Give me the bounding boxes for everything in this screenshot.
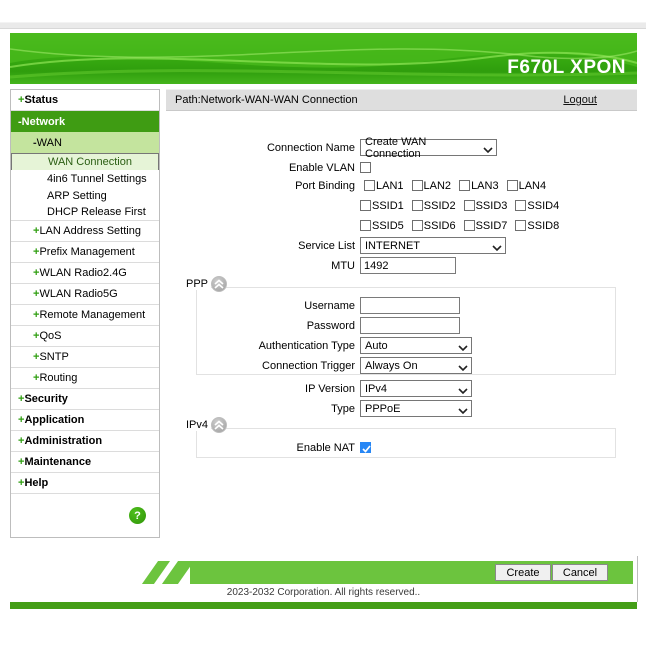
port-binding-ssid3[interactable]: SSID3	[464, 200, 508, 212]
lan3-checkbox[interactable]	[459, 180, 470, 191]
copyright-text: 2023-2032 Corporation. All rights reserv…	[10, 587, 637, 598]
chevron-down-icon	[458, 386, 468, 398]
sidebar-item-application[interactable]: +Application	[11, 410, 159, 431]
sidebar-item-remote-management[interactable]: +Remote Management	[11, 305, 159, 326]
ssid4-checkbox[interactable]	[515, 200, 526, 211]
port-binding-ssid7[interactable]: SSID7	[464, 220, 508, 232]
port-binding-ssid8[interactable]: SSID8	[515, 220, 559, 232]
port-binding-ssid4[interactable]: SSID4	[515, 200, 559, 212]
sidebar-item-dhcp-release-first[interactable]: DHCP Release First	[11, 204, 159, 221]
sidebar-item-wan[interactable]: -WAN	[11, 132, 159, 153]
port-binding-label: Port Binding	[166, 180, 355, 192]
action-bar: Create Cancel	[140, 561, 633, 584]
port-binding-lan3[interactable]: LAN3	[459, 180, 499, 192]
collapse-section-icon[interactable]	[211, 276, 227, 292]
ppp-section-label: PPP	[185, 278, 211, 290]
authentication-type-label: Authentication Type	[166, 340, 355, 352]
sidebar-item-status[interactable]: +Status	[11, 90, 159, 111]
port-binding-ssid5[interactable]: SSID5	[360, 220, 404, 232]
mtu-input[interactable]: 1492	[360, 257, 456, 274]
top-divider-strip	[0, 22, 646, 29]
help-icon[interactable]: ?	[129, 507, 146, 524]
ip-version-label: IP Version	[166, 383, 355, 395]
sidebar-item-wlan-radio5g[interactable]: +WLAN Radio5G	[11, 284, 159, 305]
chevron-down-icon	[483, 145, 493, 157]
sidebar-item-lan-address-setting[interactable]: +LAN Address Setting	[11, 221, 159, 242]
authentication-type-select[interactable]: Auto	[360, 337, 472, 354]
port-binding-lan2[interactable]: LAN2	[412, 180, 452, 192]
password-input[interactable]	[360, 317, 460, 334]
lan4-checkbox[interactable]	[507, 180, 518, 191]
service-list-label: Service List	[166, 240, 355, 252]
ipv4-section-label: IPv4	[185, 419, 211, 431]
ip-version-select[interactable]: IPv4	[360, 380, 472, 397]
sidebar-item-arp-setting[interactable]: ARP Setting	[11, 187, 159, 204]
chevron-down-icon	[458, 363, 468, 375]
ssid3-checkbox[interactable]	[464, 200, 475, 211]
main-panel: Path:Network-WAN-WAN Connection Logout C…	[166, 89, 637, 561]
sidebar-item-administration[interactable]: +Administration	[11, 431, 159, 452]
sidebar-item-wlan-radio24g[interactable]: +WLAN Radio2.4G	[11, 263, 159, 284]
ssid5-checkbox[interactable]	[360, 220, 371, 231]
chevron-down-icon	[492, 243, 502, 255]
sidebar-item-4in6-tunnel-settings[interactable]: 4in6 Tunnel Settings	[11, 170, 159, 187]
connection-trigger-label: Connection Trigger	[166, 360, 355, 372]
password-label: Password	[166, 320, 355, 332]
sidebar-item-wan-connection[interactable]: WAN Connection	[11, 153, 159, 170]
collapse-section-icon[interactable]	[211, 417, 227, 433]
chevron-down-icon	[458, 343, 468, 355]
type-label: Type	[166, 403, 355, 415]
sidebar-item-sntp[interactable]: +SNTP	[11, 347, 159, 368]
ssid2-checkbox[interactable]	[412, 200, 423, 211]
app-window: F670L XPON +Status -Network -WAN WAN Con…	[10, 33, 637, 609]
port-binding-lan1[interactable]: LAN1	[364, 180, 404, 192]
lan1-checkbox[interactable]	[364, 180, 375, 191]
enable-vlan-checkbox[interactable]	[360, 162, 371, 173]
sidebar-nav: +Status -Network -WAN WAN Connection 4in…	[10, 89, 160, 538]
enable-vlan-label: Enable VLAN	[166, 162, 355, 174]
enable-nat-label: Enable NAT	[166, 442, 355, 454]
ssid6-checkbox[interactable]	[412, 220, 423, 231]
sidebar-item-network[interactable]: -Network	[11, 111, 159, 132]
ssid8-checkbox[interactable]	[515, 220, 526, 231]
service-list-select[interactable]: INTERNET	[360, 237, 506, 254]
logout-link[interactable]: Logout	[563, 94, 597, 106]
connection-trigger-select[interactable]: Always On	[360, 357, 472, 374]
enable-nat-checkbox[interactable]	[360, 442, 371, 453]
type-select[interactable]: PPPoE	[360, 400, 472, 417]
mtu-label: MTU	[166, 260, 355, 272]
create-button[interactable]: Create	[495, 564, 551, 581]
sidebar-item-maintenance[interactable]: +Maintenance	[11, 452, 159, 473]
ssid7-checkbox[interactable]	[464, 220, 475, 231]
port-binding-ssid6[interactable]: SSID6	[412, 220, 456, 232]
sidebar-item-prefix-management[interactable]: +Prefix Management	[11, 242, 159, 263]
port-binding-lan4[interactable]: LAN4	[507, 180, 547, 192]
port-binding-ssid2[interactable]: SSID2	[412, 200, 456, 212]
username-input[interactable]	[360, 297, 460, 314]
port-binding-ssid1[interactable]: SSID1	[360, 200, 404, 212]
page-right-border	[637, 556, 638, 602]
sidebar-item-routing[interactable]: +Routing	[11, 368, 159, 389]
banner: F670L XPON	[10, 33, 637, 84]
username-label: Username	[166, 300, 355, 312]
cancel-button[interactable]: Cancel	[552, 564, 608, 581]
connection-name-select[interactable]: Create WAN Connection	[360, 139, 497, 156]
connection-name-label: Connection Name	[166, 142, 355, 154]
lan2-checkbox[interactable]	[412, 180, 423, 191]
breadcrumb: Path:Network-WAN-WAN Connection	[175, 94, 358, 106]
breadcrumb-band: Path:Network-WAN-WAN Connection Logout	[166, 89, 637, 111]
bottom-green-bar	[10, 602, 637, 609]
sidebar-item-qos[interactable]: +QoS	[11, 326, 159, 347]
chevron-down-icon	[458, 406, 468, 418]
sidebar-item-security[interactable]: +Security	[11, 389, 159, 410]
device-model-title: F670L XPON	[507, 57, 626, 79]
ssid1-checkbox[interactable]	[360, 200, 371, 211]
sidebar-item-help[interactable]: +Help	[11, 473, 159, 494]
